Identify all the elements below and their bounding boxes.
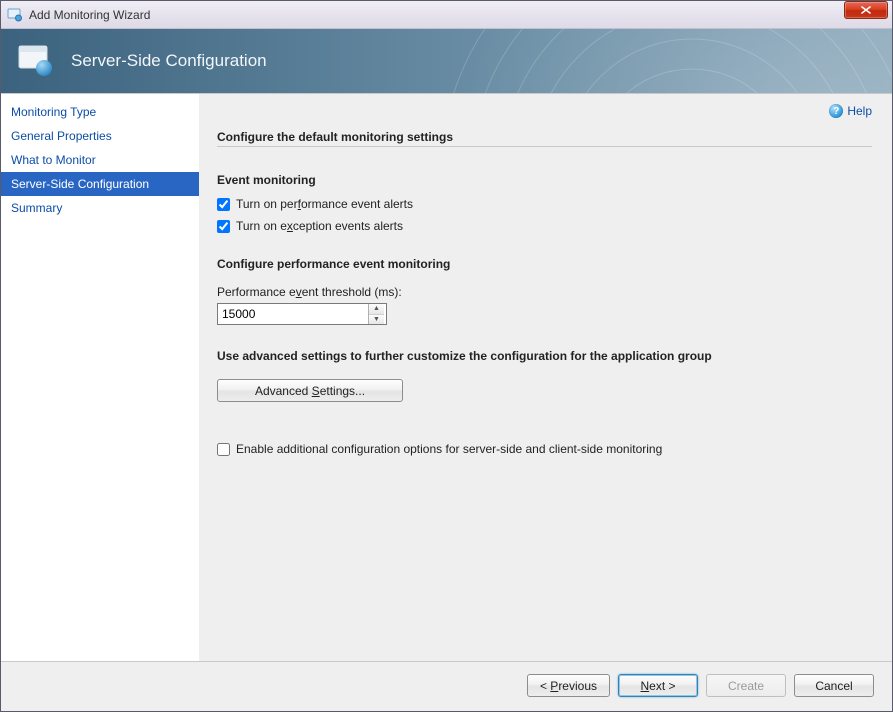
app-icon [7, 7, 23, 23]
window-title: Add Monitoring Wizard [29, 8, 888, 22]
perf-alert-checkbox[interactable] [217, 198, 230, 211]
spinner-arrows: ▲ ▼ [368, 304, 384, 324]
sidebar: Monitoring Type General Properties What … [1, 94, 199, 661]
create-button: Create [706, 674, 786, 697]
enable-additional-label: Enable additional configuration options … [236, 442, 662, 456]
threshold-input[interactable] [218, 304, 368, 324]
perf-alert-label: Turn on performance event alerts [236, 197, 413, 211]
banner-icon [17, 44, 57, 78]
sidebar-item-general-properties[interactable]: General Properties [1, 124, 199, 148]
configure-title: Configure the default monitoring setting… [217, 130, 872, 147]
threshold-label: Performance event threshold (ms): [217, 285, 872, 299]
sidebar-item-summary[interactable]: Summary [1, 196, 199, 220]
exception-alert-checkbox[interactable] [217, 220, 230, 233]
advanced-header: Use advanced settings to further customi… [217, 349, 872, 363]
footer: < Previous Next > Create Cancel [1, 661, 892, 711]
event-monitoring-header: Event monitoring [217, 173, 872, 187]
titlebar: Add Monitoring Wizard [1, 1, 892, 29]
sidebar-item-server-side-configuration[interactable]: Server-Side Configuration [1, 172, 199, 196]
sidebar-item-what-to-monitor[interactable]: What to Monitor [1, 148, 199, 172]
threshold-spinner: ▲ ▼ [217, 303, 387, 325]
wizard-window: Add Monitoring Wizard Server-Side Co [0, 0, 893, 712]
cancel-button[interactable]: Cancel [794, 674, 874, 697]
help-label: Help [847, 104, 872, 118]
advanced-settings-button[interactable]: Advanced Settings... [217, 379, 403, 402]
next-button[interactable]: Next > [618, 674, 698, 697]
spinner-up[interactable]: ▲ [369, 304, 384, 315]
exception-alert-row: Turn on exception events alerts [217, 219, 872, 233]
banner-title: Server-Side Configuration [71, 51, 267, 71]
spinner-down[interactable]: ▼ [369, 315, 384, 325]
exception-alert-label: Turn on exception events alerts [236, 219, 403, 233]
main-panel: ? Help Configure the default monitoring … [199, 94, 892, 661]
perf-config-header: Configure performance event monitoring [217, 257, 872, 271]
enable-additional-checkbox[interactable] [217, 443, 230, 456]
banner: Server-Side Configuration [1, 29, 892, 93]
previous-button[interactable]: < Previous [527, 674, 610, 697]
close-button[interactable] [844, 1, 888, 19]
body: Monitoring Type General Properties What … [1, 93, 892, 661]
help-link[interactable]: ? Help [829, 104, 872, 118]
help-icon: ? [829, 104, 843, 118]
perf-alert-row: Turn on performance event alerts [217, 197, 872, 211]
banner-decoration [432, 29, 892, 93]
close-icon [861, 6, 871, 14]
enable-additional-row: Enable additional configuration options … [217, 442, 872, 456]
sidebar-item-monitoring-type[interactable]: Monitoring Type [1, 100, 199, 124]
